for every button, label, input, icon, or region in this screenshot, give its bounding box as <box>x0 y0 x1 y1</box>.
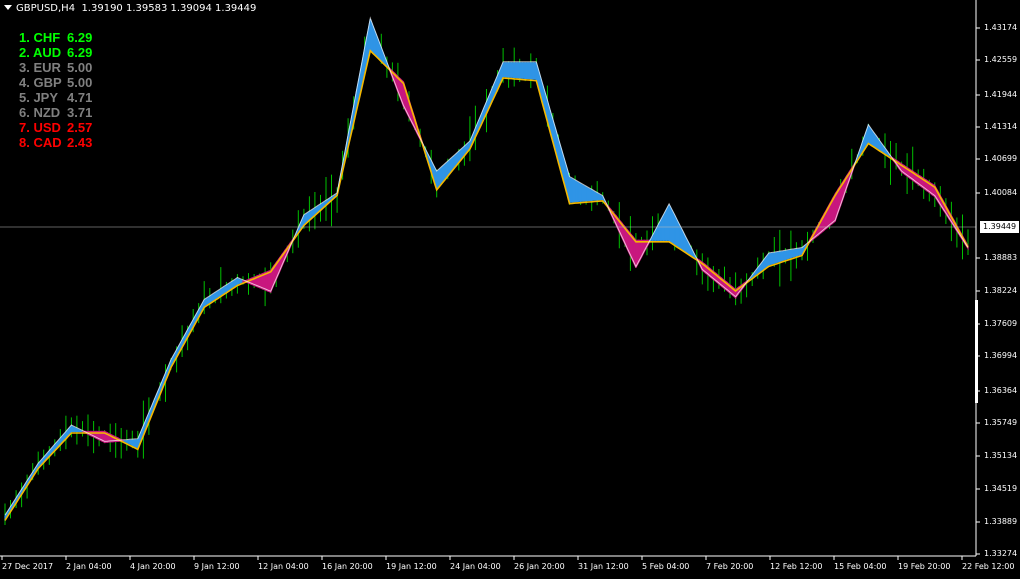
strength-value: 5.00 <box>67 75 93 90</box>
strength-value: 6.29 <box>67 45 93 60</box>
price-ticks <box>976 27 980 555</box>
strength-currency: 7. USD <box>19 120 61 135</box>
axis-frame <box>0 0 977 557</box>
strength-row: 6. NZD 3.71 <box>19 105 92 120</box>
price-tick-label: 1.41944 <box>984 90 1018 99</box>
time-tick-label: 2 Jan 04:00 <box>66 562 112 571</box>
time-tick-label: 31 Jan 12:00 <box>578 562 629 571</box>
time-ticks <box>1 556 963 560</box>
price-tick-label: 1.43174 <box>984 23 1018 32</box>
currency-strength-table: 1. CHF 6.29 2. AUD 6.29 3. EUR 5.00 4. GBP 5.00… <box>19 30 92 150</box>
strength-currency: 6. NZD <box>19 105 61 120</box>
strength-value: 2.57 <box>67 120 93 135</box>
time-tick-label: 12 Jan 04:00 <box>258 562 309 571</box>
strength-row: 8. CAD 2.43 <box>19 135 92 150</box>
price-tick-label: 1.35134 <box>984 451 1018 460</box>
current-price-label: 1.39449 <box>980 221 1019 233</box>
time-tick-label: 5 Feb 04:00 <box>642 562 690 571</box>
price-tick-label: 1.36364 <box>984 386 1018 395</box>
chart-header: GBPUSD,H4 1.39190 1.39583 1.39094 1.3944… <box>4 3 256 15</box>
price-tick-label: 1.40084 <box>984 188 1018 197</box>
strength-row: 2. AUD 6.29 <box>19 45 92 60</box>
strength-row: 4. GBP 5.00 <box>19 75 92 90</box>
strength-currency: 4. GBP <box>19 75 62 90</box>
chart-shift-marker[interactable] <box>975 300 978 403</box>
strength-currency: 3. EUR <box>19 60 61 75</box>
price-tick-label: 1.37609 <box>984 319 1018 328</box>
strength-currency: 1. CHF <box>19 30 61 45</box>
time-tick-label: 15 Feb 04:00 <box>834 562 887 571</box>
price-tick-label: 1.35749 <box>984 418 1018 427</box>
strength-row: 7. USD 2.57 <box>19 120 92 135</box>
price-tick-label: 1.40699 <box>984 154 1018 163</box>
strength-value: 6.29 <box>67 30 93 45</box>
candles-layer <box>4 24 969 525</box>
strength-row: 5. JPY 4.71 <box>19 90 92 105</box>
time-tick-label: 7 Feb 20:00 <box>706 562 754 571</box>
price-tick-label: 1.38883 <box>984 253 1018 262</box>
strength-row: 3. EUR 5.00 <box>19 60 92 75</box>
strength-currency: 8. CAD <box>19 135 62 150</box>
ohlc-values: 1.39190 1.39583 1.39094 1.39449 <box>81 3 257 14</box>
time-tick-label: 12 Feb 12:00 <box>770 562 823 571</box>
strength-value: 4.71 <box>67 90 93 105</box>
symbol-timeframe: GBPUSD,H4 <box>16 3 76 14</box>
price-chart[interactable] <box>0 0 1020 579</box>
time-tick-label: 4 Jan 20:00 <box>130 562 176 571</box>
strength-value: 5.00 <box>67 60 93 75</box>
strength-row: 1. CHF 6.29 <box>19 30 92 45</box>
price-tick-label: 1.34519 <box>984 484 1018 493</box>
price-tick-label: 1.38224 <box>984 286 1018 295</box>
strength-value: 2.43 <box>67 135 93 150</box>
time-tick-label: 27 Dec 2017 <box>2 562 54 571</box>
time-tick-label: 9 Jan 12:00 <box>194 562 240 571</box>
price-tick-label: 1.33274 <box>984 549 1018 558</box>
time-tick-label: 16 Jan 20:00 <box>322 562 373 571</box>
strength-currency: 2. AUD <box>19 45 62 60</box>
price-tick-label: 1.36994 <box>984 351 1018 360</box>
time-tick-label: 26 Jan 20:00 <box>514 562 565 571</box>
chart-window[interactable]: GBPUSD,H4 1.39190 1.39583 1.39094 1.3944… <box>0 0 1020 579</box>
time-tick-label: 22 Feb 12:00 <box>962 562 1015 571</box>
time-tick-label: 19 Feb 20:00 <box>898 562 951 571</box>
price-tick-label: 1.41314 <box>984 122 1018 131</box>
time-tick-label: 24 Jan 04:00 <box>450 562 501 571</box>
strength-currency: 5. JPY <box>19 90 59 105</box>
dropdown-triangle-icon[interactable] <box>4 5 12 10</box>
strength-value: 3.71 <box>67 105 93 120</box>
price-tick-label: 1.33889 <box>984 517 1018 526</box>
price-tick-label: 1.42559 <box>984 55 1018 64</box>
time-tick-label: 19 Jan 12:00 <box>386 562 437 571</box>
